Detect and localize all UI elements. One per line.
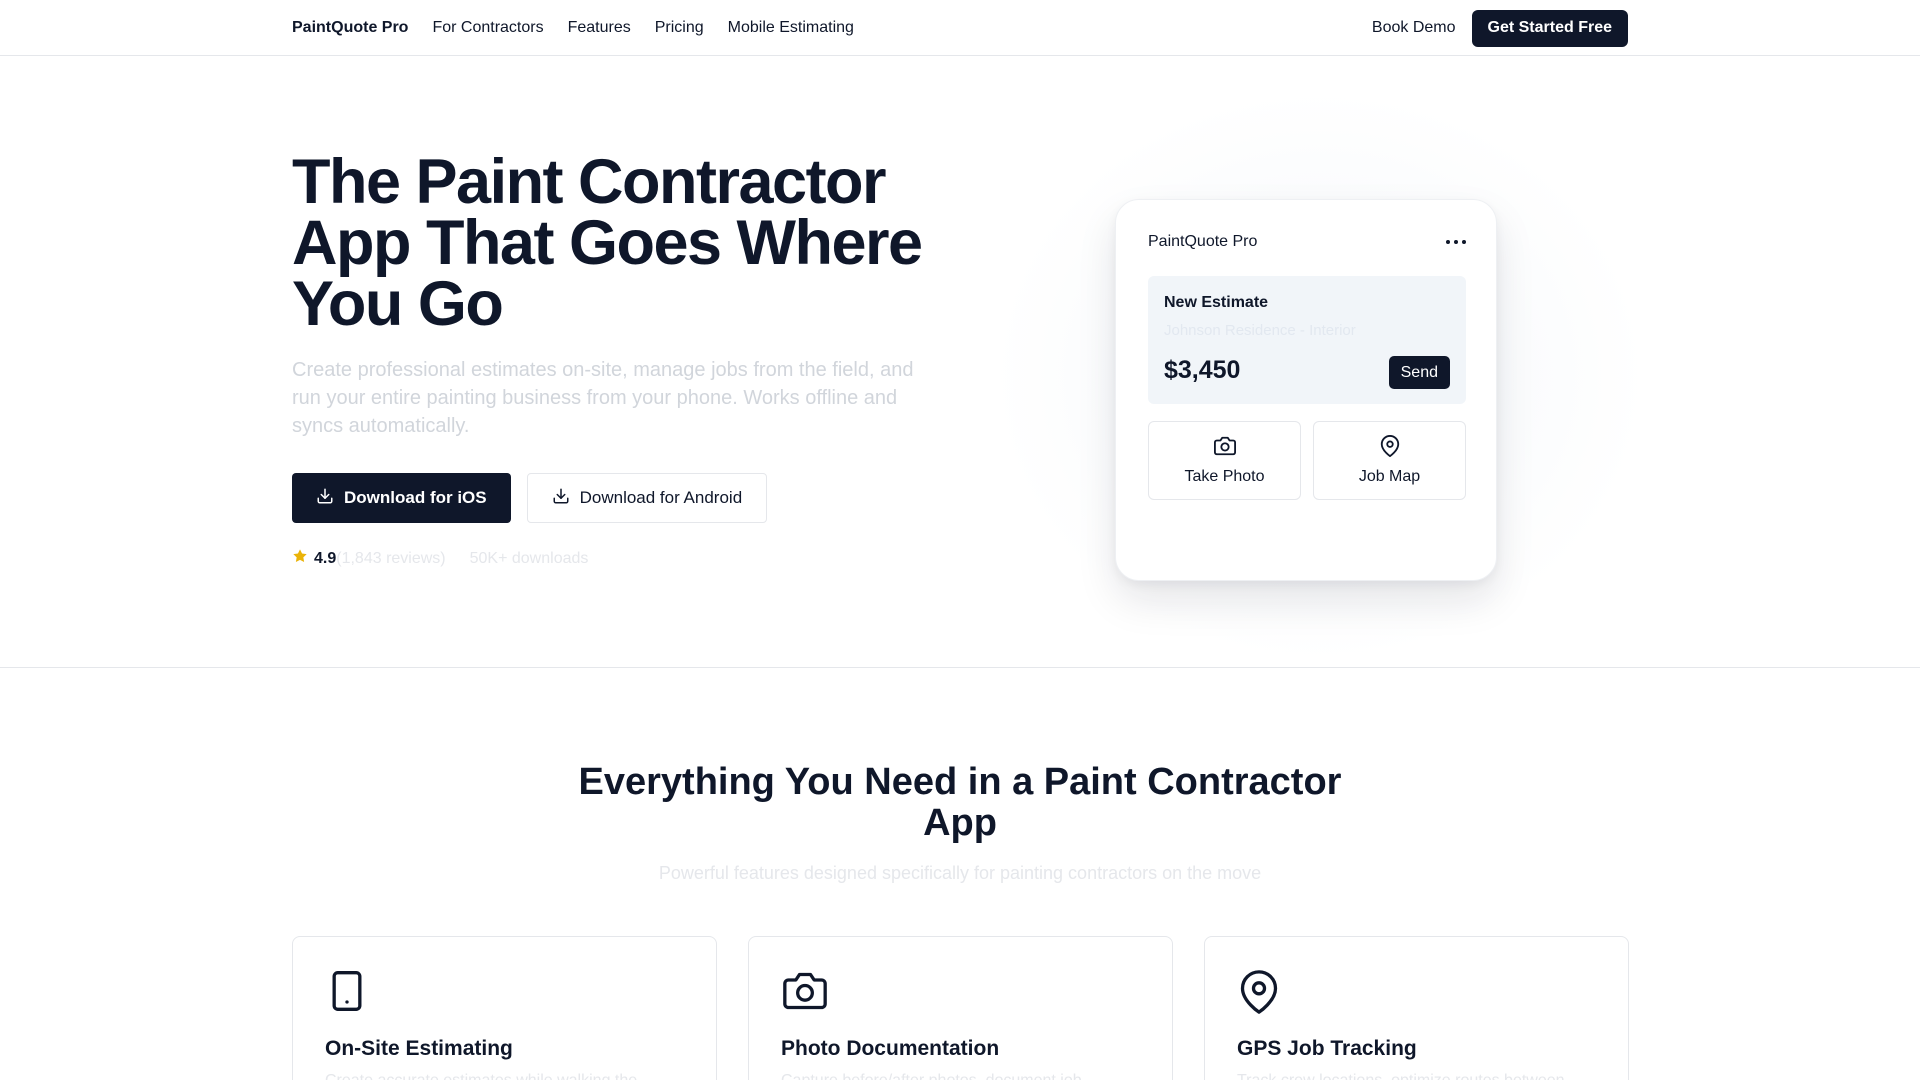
take-photo-label: Take Photo — [1184, 468, 1265, 485]
features-title: Everything You Need in a Paint Contracto… — [578, 761, 1342, 844]
hero-title: The Paint Contractor App That Goes Where… — [292, 147, 923, 339]
download-ios-button[interactable]: Download for iOS — [292, 473, 511, 523]
nav-link-features[interactable]: Features — [568, 19, 631, 37]
feature-description: Capture before/after photos, document jo… — [781, 1072, 1141, 1080]
rating-row: 4.9 (1,843 reviews) 50K+ downloads — [292, 548, 588, 569]
send-button[interactable]: Send — [1388, 356, 1450, 389]
feature-title: GPS Job Tracking — [1237, 1037, 1417, 1060]
nav-link-pricing[interactable]: Pricing — [655, 19, 704, 37]
estimate-amount: $3,450 — [1164, 356, 1241, 384]
download-android-button[interactable]: Download for Android — [526, 473, 768, 523]
brand-logo[interactable]: PaintQuote Pro — [292, 19, 408, 37]
download-ios-label: Download for iOS — [344, 488, 487, 507]
more-options-icon[interactable] — [1446, 240, 1466, 244]
nav-left: PaintQuote Pro For Contractors Features … — [292, 19, 854, 37]
features-subtitle: Powerful features designed specifically … — [658, 863, 1262, 883]
rating-reviews: (1,843 reviews) — [336, 549, 446, 567]
get-started-button[interactable]: Get Started Free — [1471, 9, 1628, 47]
estimate-job-name: Johnson Residence - Interior — [1164, 322, 1356, 339]
rating-value: 4.9 — [314, 549, 337, 567]
download-icon — [552, 487, 570, 510]
feature-description: Track crew locations, optimize routes be… — [1237, 1072, 1597, 1080]
app-preview-card: PaintQuote Pro New Estimate Johnson Resi… — [1115, 199, 1497, 581]
download-android-label: Download for Android — [579, 488, 743, 507]
card-app-name: PaintQuote Pro — [1148, 233, 1258, 250]
smartphone-icon — [325, 969, 369, 1018]
download-buttons: Download for iOS Download for Android — [292, 473, 768, 523]
hero-section: The Paint Contractor App That Goes Where… — [0, 56, 1920, 668]
downloads-count: 50K+ downloads — [469, 549, 589, 567]
star-icon — [292, 548, 308, 569]
feature-title: On-Site Estimating — [325, 1037, 513, 1060]
feature-description: Create accurate estimates while walking … — [325, 1072, 685, 1080]
take-photo-button[interactable]: Take Photo — [1148, 421, 1301, 500]
job-map-button[interactable]: Job Map — [1313, 421, 1466, 500]
estimate-panel: New Estimate Johnson Residence - Interio… — [1148, 276, 1466, 404]
card-actions: Take Photo Job Map — [1148, 421, 1466, 500]
download-icon — [316, 487, 334, 510]
job-map-label: Job Map — [1358, 468, 1421, 485]
estimate-title: New Estimate — [1164, 294, 1269, 311]
feature-card-photo-documentation[interactable]: Photo Documentation Capture before/after… — [748, 936, 1173, 1080]
nav-link-for-contractors[interactable]: For Contractors — [432, 19, 543, 37]
camera-icon — [781, 969, 829, 1018]
hero-subtitle: Create professional estimates on-site, m… — [292, 359, 914, 437]
map-pin-icon — [1379, 435, 1401, 462]
camera-icon — [1213, 435, 1236, 462]
map-pin-icon — [1237, 969, 1281, 1020]
feature-title: Photo Documentation — [781, 1037, 1000, 1060]
card-header: PaintQuote Pro — [1148, 232, 1466, 252]
book-demo-link[interactable]: Book Demo — [1372, 19, 1456, 37]
nav-link-mobile-estimating[interactable]: Mobile Estimating — [728, 19, 854, 37]
nav-right: Book Demo Get Started Free — [1372, 9, 1628, 47]
feature-card-onsite-estimating[interactable]: On-Site Estimating Create accurate estim… — [292, 936, 717, 1080]
feature-card-gps-job-tracking[interactable]: GPS Job Tracking Track crew locations, o… — [1204, 936, 1629, 1080]
top-navbar: PaintQuote Pro For Contractors Features … — [0, 0, 1920, 56]
